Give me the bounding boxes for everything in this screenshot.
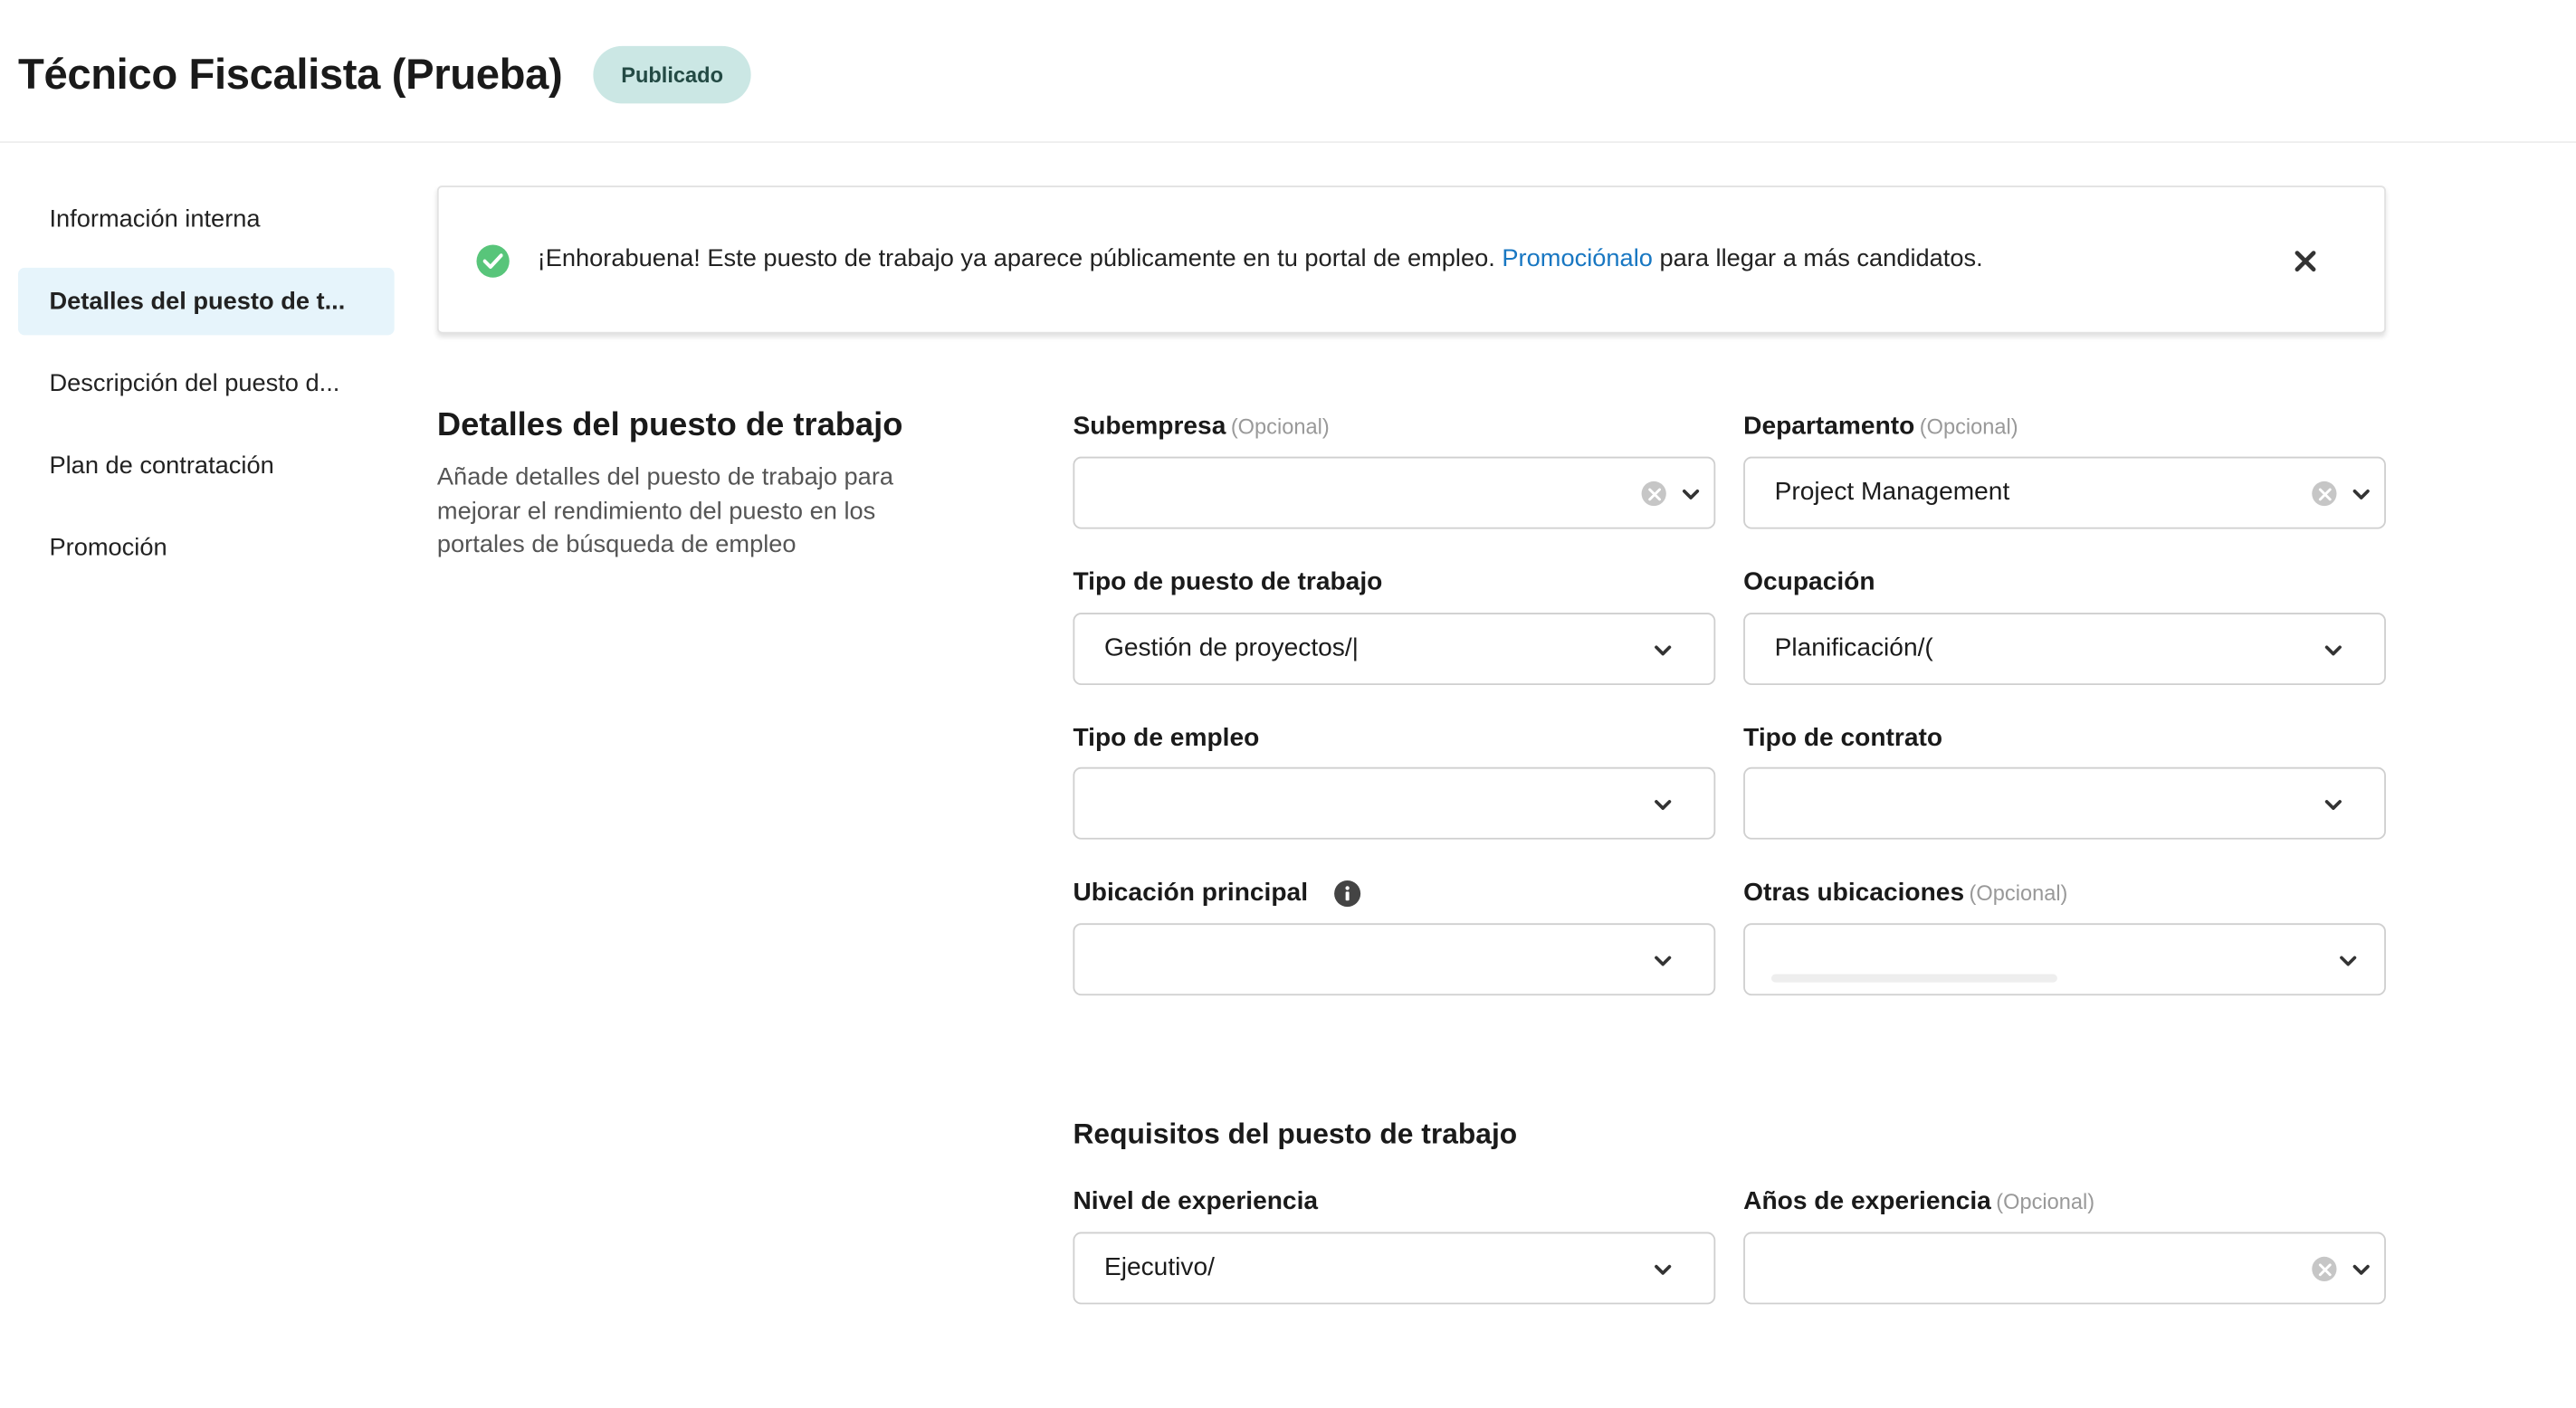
otras-ubicaciones-select[interactable]: [1743, 923, 2386, 996]
tipo-empleo-label: Tipo de empleo: [1073, 724, 1260, 753]
subempresa-select[interactable]: [1073, 456, 1716, 529]
chevron-down-icon[interactable]: [1653, 1260, 1673, 1280]
ubicacion-principal-label: Ubicación principal: [1073, 879, 1309, 908]
subempresa-label: Subempresa (Opcional): [1073, 413, 1329, 442]
requirements-title: Requisitos del puesto de trabajo: [1073, 1117, 1518, 1150]
clear-icon[interactable]: [2312, 480, 2337, 507]
ubicacion-principal-select[interactable]: [1073, 923, 1716, 996]
tipo-puesto-label: Tipo de puesto de trabajo: [1073, 568, 1383, 596]
ocupacion-value: Planificación/(: [1774, 633, 1933, 662]
success-banner: ¡Enhorabuena! Este puesto de trabajo ya …: [436, 186, 2386, 334]
ocupacion-select[interactable]: Planificación/(: [1743, 613, 2386, 686]
otras-ubicaciones-label: Otras ubicaciones (Opcional): [1743, 879, 2067, 909]
sidebar-item-plan-contratacion[interactable]: Plan de contratación: [18, 432, 395, 499]
sidebar-item-descripcion-puesto[interactable]: Descripción del puesto d...: [18, 350, 395, 417]
clear-icon[interactable]: [2312, 1256, 2337, 1282]
promote-link[interactable]: Promociónalo: [1502, 244, 1653, 272]
subempresa-label-text: Subempresa: [1073, 412, 1226, 441]
nivel-experiencia-select[interactable]: Ejecutivo/: [1073, 1232, 1716, 1305]
page-title: Técnico Fiscalista (Prueba): [17, 49, 563, 99]
optional-tag: (Opcional): [1969, 880, 2068, 906]
departamento-label: Departamento (Opcional): [1743, 413, 2018, 442]
check-circle-icon: [476, 244, 510, 278]
nivel-experiencia-label: Nivel de experiencia: [1073, 1187, 1319, 1216]
chevron-down-icon[interactable]: [2323, 641, 2343, 661]
banner-message: ¡Enhorabuena! Este puesto de trabajo ya …: [538, 244, 1983, 272]
optional-tag: (Opcional): [1996, 1189, 2095, 1214]
chevron-down-icon[interactable]: [2323, 795, 2343, 815]
tipo-empleo-select[interactable]: [1073, 766, 1716, 840]
departamento-label-text: Departamento: [1743, 412, 1915, 441]
anos-experiencia-label: Años de experiencia (Opcional): [1743, 1188, 2094, 1218]
tipo-contrato-label: Tipo de contrato: [1743, 724, 1943, 753]
clear-icon[interactable]: [1641, 480, 1666, 507]
chevron-down-icon[interactable]: [2352, 1260, 2371, 1280]
anos-experiencia-select[interactable]: [1743, 1232, 2386, 1305]
status-badge: Publicado: [593, 45, 751, 104]
departamento-value: Project Management: [1774, 478, 2010, 507]
banner-text-end: para llegar a más candidatos.: [1652, 244, 1983, 273]
sidebar-item-informacion-interna[interactable]: Información interna: [18, 186, 395, 252]
tipo-contrato-select[interactable]: [1743, 766, 2386, 840]
info-icon[interactable]: [1334, 880, 1361, 908]
tipo-puesto-select[interactable]: Gestión de proyectos/|: [1073, 613, 1716, 686]
chevron-down-icon[interactable]: [1653, 795, 1673, 815]
loading-placeholder: [1771, 974, 2057, 983]
chevron-down-icon[interactable]: [1653, 951, 1673, 971]
optional-tag: (Opcional): [1919, 414, 2018, 439]
section-title: Detalles del puesto de trabajo: [436, 407, 903, 444]
optional-tag: (Opcional): [1230, 414, 1330, 439]
chevron-down-icon[interactable]: [2352, 485, 2371, 505]
page-header: Técnico Fiscalista (Prueba) Publicado: [0, 0, 2576, 143]
tipo-puesto-value: Gestión de proyectos/|: [1103, 633, 1359, 662]
close-icon[interactable]: [2289, 244, 2322, 277]
section-description: Añade detalles del puesto de trabajo par…: [436, 462, 894, 559]
nivel-experiencia-value: Ejecutivo/: [1103, 1253, 1215, 1282]
departamento-select[interactable]: Project Management: [1743, 456, 2386, 529]
sidebar-item-promocion[interactable]: Promoción: [18, 514, 395, 581]
chevron-down-icon[interactable]: [1653, 641, 1673, 661]
ocupacion-label: Ocupación: [1743, 568, 1875, 596]
chevron-down-icon[interactable]: [1681, 485, 1701, 505]
otras-ubicaciones-label-text: Otras ubicaciones: [1743, 879, 1965, 908]
sidebar-item-detalles-puesto[interactable]: Detalles del puesto de t...: [17, 267, 395, 336]
banner-text: ¡Enhorabuena! Este puesto de trabajo ya …: [537, 244, 1503, 273]
page: Técnico Fiscalista (Prueba) Publicado In…: [0, 0, 2576, 1408]
chevron-down-icon[interactable]: [2338, 951, 2358, 971]
anos-experiencia-label-text: Años de experiencia: [1743, 1187, 1991, 1216]
